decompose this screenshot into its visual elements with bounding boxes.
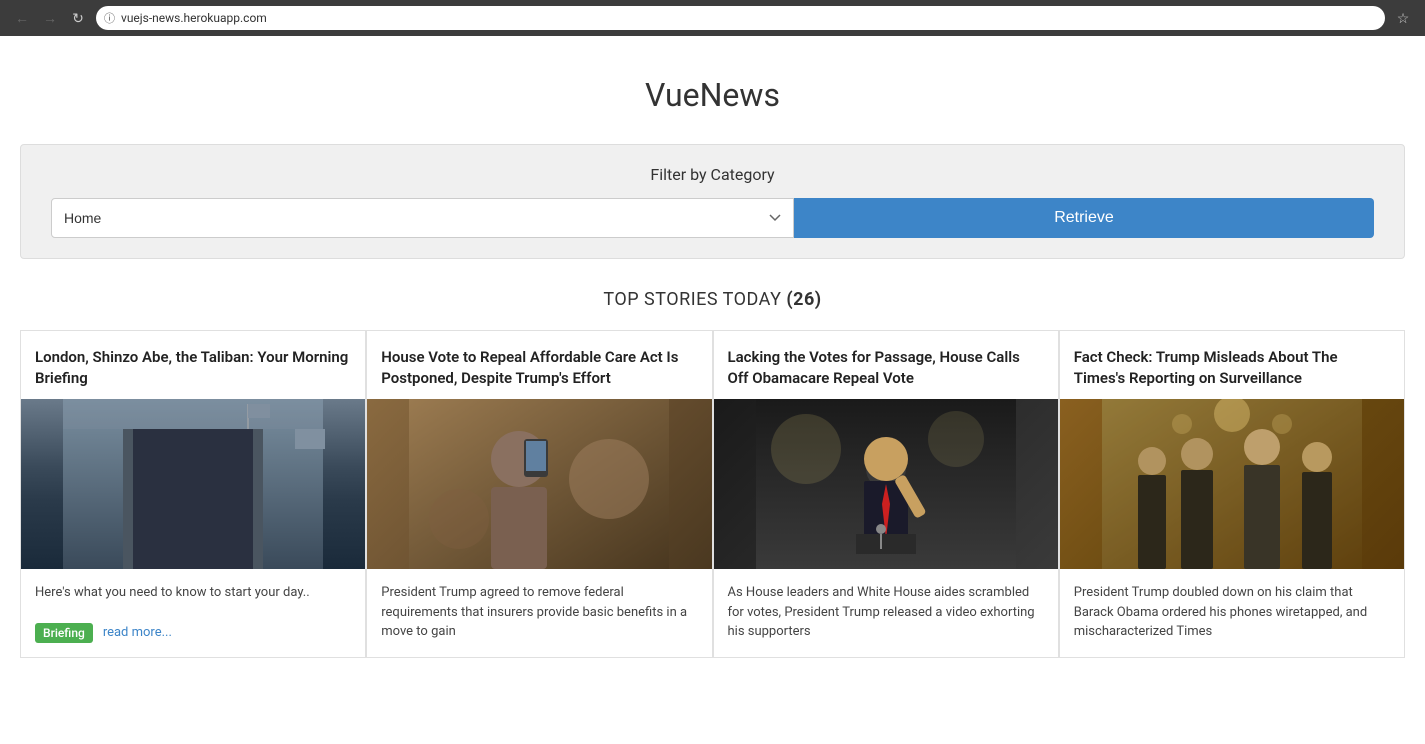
story-card-3-body: As House leaders and White House aides s… [714, 569, 1058, 656]
category-select[interactable]: Home World US Technology Business Sports… [51, 198, 794, 238]
browser-chrome: ← → ↻ ⓘ vuejs-news.herokuapp.com ☆ [0, 0, 1425, 36]
page-content: VueNews Filter by Category Home World US… [0, 36, 1425, 678]
story-card-1-tag: Briefing [35, 623, 93, 643]
stories-label: TOP STORIES TODAY [603, 289, 781, 310]
story-card-2-title: House Vote to Repeal Affordable Care Act… [367, 331, 711, 399]
filter-label: Filter by Category [51, 165, 1374, 184]
story-card-1-title: London, Shinzo Abe, the Taliban: Your Mo… [21, 331, 365, 399]
story-card-4-image [1060, 399, 1404, 569]
filter-section: Filter by Category Home World US Technol… [20, 144, 1405, 259]
story-card-4-title: Fact Check: Trump Misleads About The Tim… [1060, 331, 1404, 399]
story-card-2-body: President Trump agreed to remove federal… [367, 569, 711, 656]
story-card-1-body: Here's what you need to know to start yo… [21, 569, 365, 617]
address-text: vuejs-news.herokuapp.com [121, 11, 267, 25]
story-card-1-image [21, 399, 365, 569]
retrieve-button[interactable]: Retrieve [794, 198, 1374, 238]
reload-button[interactable]: ↻ [68, 8, 88, 28]
story-card-3-image [714, 399, 1058, 569]
story-card-1: London, Shinzo Abe, the Taliban: Your Mo… [20, 330, 366, 658]
story-card-3: Lacking the Votes for Passage, House Cal… [713, 330, 1059, 658]
stories-count: (26) [786, 289, 821, 310]
story-card-1-footer: Briefing read more... [21, 617, 365, 657]
story-card-1-read-more[interactable]: read more... [103, 625, 172, 640]
lock-icon: ⓘ [104, 10, 115, 26]
story-card-2: House Vote to Repeal Affordable Care Act… [366, 330, 712, 658]
stories-grid: London, Shinzo Abe, the Taliban: Your Mo… [20, 330, 1405, 658]
story-card-4: Fact Check: Trump Misleads About The Tim… [1059, 330, 1405, 658]
story-card-4-body: President Trump doubled down on his clai… [1060, 569, 1404, 656]
bookmark-button[interactable]: ☆ [1393, 8, 1413, 28]
app-title: VueNews [20, 76, 1405, 114]
story-card-2-image [367, 399, 711, 569]
stories-header: TOP STORIES TODAY (26) [20, 289, 1405, 310]
address-bar: ⓘ vuejs-news.herokuapp.com [96, 6, 1385, 30]
filter-controls: Home World US Technology Business Sports… [51, 198, 1374, 238]
back-button[interactable]: ← [12, 8, 32, 28]
story-card-3-title: Lacking the Votes for Passage, House Cal… [714, 331, 1058, 399]
forward-button[interactable]: → [40, 8, 60, 28]
